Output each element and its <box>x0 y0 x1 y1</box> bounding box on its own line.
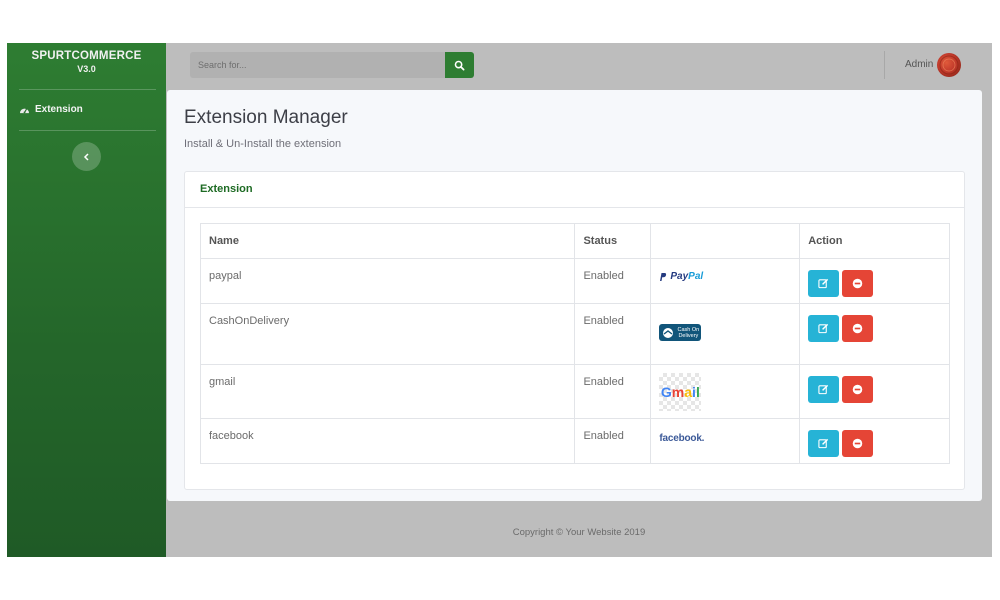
edit-button[interactable] <box>808 376 840 403</box>
cash-on-delivery-logo-text: Cash On Delivery <box>677 326 700 339</box>
gmail-logo: Gmail <box>659 373 702 411</box>
paypal-logo: Pay Pal <box>659 271 799 282</box>
avatar[interactable] <box>937 53 961 77</box>
extension-logo-cell: Gmail <box>650 364 801 419</box>
table-row: paypal Enabled Pay Pal <box>199 258 950 304</box>
facebook-logo: facebook. <box>659 433 705 444</box>
extension-table: Name Status Action paypal Enabled Pay Pa… <box>199 223 950 464</box>
column-header-action: Action <box>799 223 950 259</box>
app-window: SPURTCOMMERCE V3.0 Extension Search for.… <box>7 43 992 557</box>
edit-icon <box>818 278 829 289</box>
avatar-image <box>939 55 959 75</box>
table-row: gmail Enabled Gmail <box>199 364 950 419</box>
delete-button[interactable] <box>842 270 874 297</box>
page-subtitle: Install & Un-Install the extension <box>184 138 342 150</box>
extension-name: facebook <box>199 418 576 464</box>
extension-status: Enabled <box>574 258 652 304</box>
delete-button[interactable] <box>842 376 874 403</box>
minus-circle-icon <box>852 384 863 395</box>
extension-status: Enabled <box>574 364 652 419</box>
sidebar-item-label: Extension <box>35 104 83 115</box>
brand-name: SPURTCOMMERCE <box>31 50 142 62</box>
column-header-logo <box>650 223 801 259</box>
action-cell <box>799 303 950 365</box>
action-cell <box>799 418 950 464</box>
action-cell <box>799 258 950 304</box>
column-header-status: Status <box>574 223 652 259</box>
column-header-name: Name <box>199 223 576 259</box>
footer-copyright: Copyright © Your Website 2019 <box>512 527 646 538</box>
action-cell <box>799 364 950 419</box>
extension-status: Enabled <box>574 418 652 464</box>
panel-title: Extension <box>185 172 964 208</box>
extension-name: CashOnDelivery <box>199 303 576 365</box>
sidebar-divider <box>19 89 156 90</box>
edit-button[interactable] <box>808 315 840 342</box>
dashboard-icon <box>20 108 29 114</box>
edit-icon <box>818 438 829 449</box>
extension-name: gmail <box>199 364 576 419</box>
extension-logo-cell: Cash On Delivery <box>650 303 801 365</box>
extension-panel: Extension Name Status Action paypal Enab… <box>184 171 965 490</box>
sidebar-collapse-button[interactable] <box>72 142 101 171</box>
topbar-divider <box>884 51 885 79</box>
delivery-icon <box>663 327 674 338</box>
edit-icon <box>818 323 829 334</box>
sidebar: SPURTCOMMERCE V3.0 Extension <box>7 43 166 557</box>
search-input[interactable] <box>190 52 446 78</box>
edit-button[interactable] <box>808 430 840 457</box>
search-button[interactable] <box>445 52 474 78</box>
chevron-left-icon <box>83 152 89 161</box>
table-row: facebook Enabled facebook. <box>199 418 950 464</box>
extension-logo-cell: facebook. <box>650 418 801 464</box>
table-header-row: Name Status Action <box>199 223 950 259</box>
extension-name: paypal <box>199 258 576 304</box>
delete-button[interactable] <box>842 315 874 342</box>
extension-status: Enabled <box>574 303 652 365</box>
cash-on-delivery-logo: Cash On Delivery <box>659 324 702 341</box>
search-icon <box>454 60 465 70</box>
paypal-icon <box>660 272 667 281</box>
topbar: Admin <box>166 43 992 87</box>
minus-circle-icon <box>852 438 863 449</box>
brand-version: V3.0 <box>77 64 96 74</box>
sidebar-item-extension[interactable]: Extension <box>19 104 83 115</box>
table-row: CashOnDelivery Enabled Cash On Delivery <box>199 303 950 365</box>
user-name[interactable]: Admin <box>905 59 933 70</box>
brand[interactable]: SPURTCOMMERCE V3.0 <box>7 43 166 74</box>
minus-circle-icon <box>852 323 863 334</box>
extension-logo-cell: Pay Pal <box>650 258 801 304</box>
minus-circle-icon <box>852 278 863 289</box>
edit-button[interactable] <box>808 270 840 297</box>
delete-button[interactable] <box>842 430 874 457</box>
main-content: Extension Manager Install & Un-Install t… <box>167 90 982 501</box>
edit-icon <box>818 384 829 395</box>
page-title: Extension Manager <box>184 107 348 128</box>
sidebar-divider <box>19 130 156 131</box>
